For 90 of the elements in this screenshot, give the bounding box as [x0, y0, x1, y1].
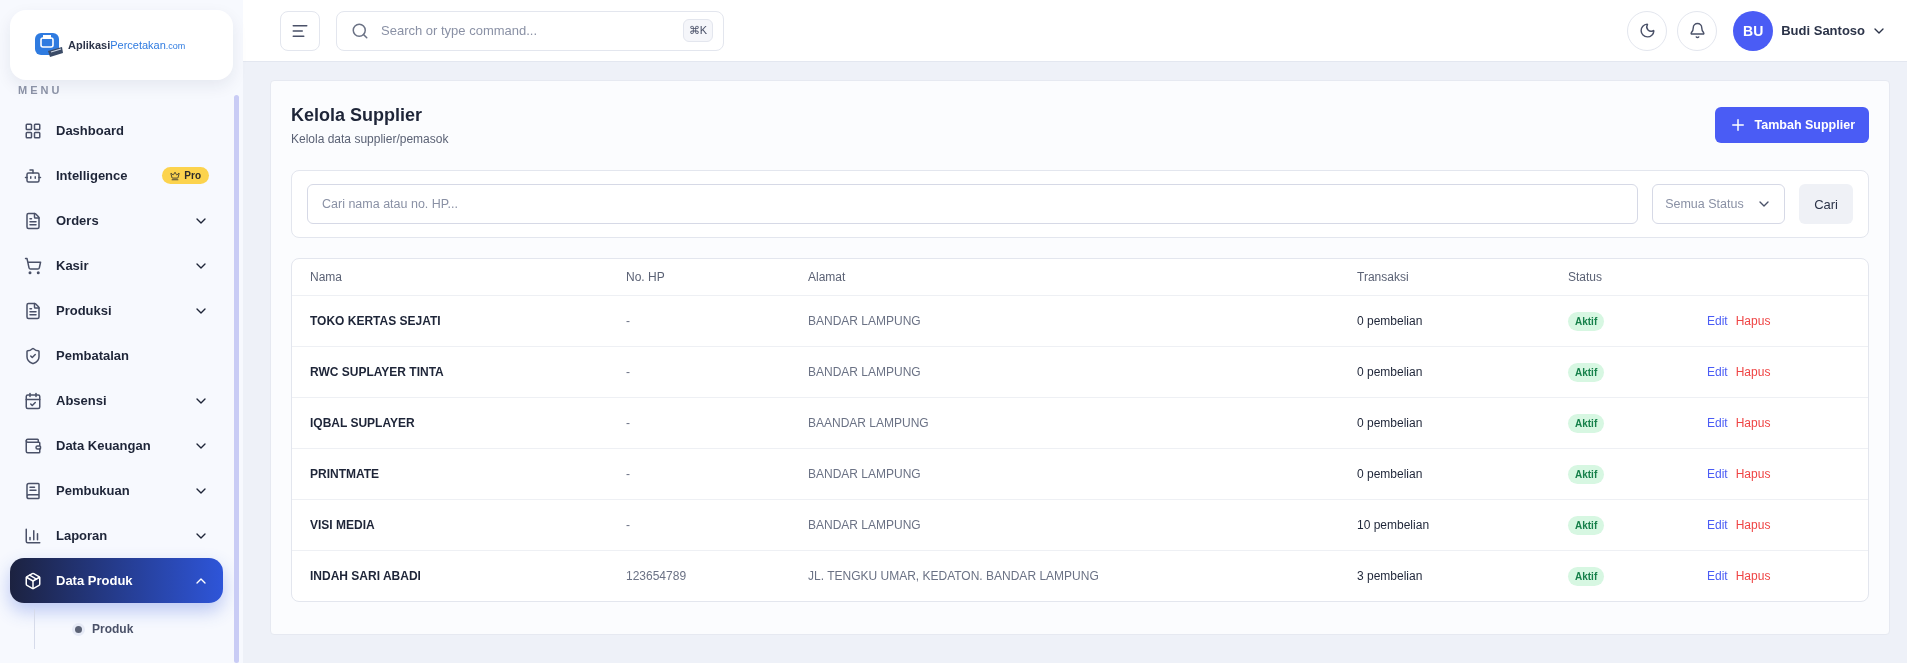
table-cell-text: RWC SUPLAYER TINTA [310, 365, 445, 379]
sidebar-item[interactable]: Intelligence Pro [10, 153, 223, 198]
column-header: No. HP [626, 270, 666, 284]
notebook-icon [24, 481, 42, 500]
column-header: Status [1568, 270, 1604, 284]
table-cell-text: - [626, 365, 631, 379]
table-cell-text: - [626, 518, 631, 532]
table-cell-text: 0 pembelian [1357, 365, 1424, 379]
status-badge: Aktif [1568, 311, 1605, 331]
delete-link[interactable]: Hapus [1735, 467, 1771, 481]
sidebar-item[interactable]: Pembatalan [10, 333, 223, 378]
table-cell-text: BANDAR LAMPUNG [808, 518, 922, 532]
printer-logo-icon [34, 31, 64, 59]
delete-link[interactable]: Hapus [1735, 365, 1771, 379]
sidebar-subitem[interactable]: Produk [34, 609, 233, 649]
shield-check-icon [24, 346, 42, 365]
table-cell-text: 123654789 [626, 569, 688, 583]
search-button[interactable]: Cari [1799, 184, 1853, 224]
delete-link[interactable]: Hapus [1735, 314, 1771, 328]
moon-icon [1638, 22, 1656, 39]
table-cell-text: 10 pembelian [1357, 518, 1431, 532]
document-icon [24, 211, 42, 230]
edit-link[interactable]: Edit [1707, 365, 1728, 379]
table-cell-text: - [626, 467, 631, 481]
status-badge: Aktif [1568, 413, 1605, 433]
edit-link[interactable]: Edit [1707, 569, 1728, 583]
sidebar-item[interactable]: Data Produk [10, 558, 223, 603]
search-icon [351, 21, 369, 40]
table-cell-text: 0 pembelian [1357, 416, 1424, 430]
table-cell-text: PRINTMATE [310, 467, 381, 481]
page-title: Kelola Supplier [291, 105, 424, 126]
sidebar-item[interactable]: Produksi [10, 288, 223, 333]
table-cell-text: - [626, 314, 631, 328]
edit-link[interactable]: Edit [1707, 518, 1728, 532]
edit-link[interactable]: Edit [1707, 467, 1728, 481]
edit-link[interactable]: Edit [1707, 314, 1728, 328]
status-badge: Aktif [1568, 515, 1605, 535]
page-subtitle: Kelola data supplier/pemasok [291, 132, 449, 146]
sidebar-item[interactable]: Laporan [10, 513, 223, 558]
delete-link[interactable]: Hapus [1735, 569, 1771, 583]
column-header: Nama [310, 270, 343, 284]
sidebar-item[interactable]: Pembukuan [10, 468, 223, 513]
search-bar[interactable]: Search or type command... ⌘K [336, 10, 724, 51]
box-icon [24, 571, 42, 590]
table-cell-text: 3 pembelian [1357, 569, 1424, 583]
edit-link[interactable]: Edit [1707, 416, 1728, 430]
table-cell-text: 0 pembelian [1357, 467, 1424, 481]
add-supplier-button[interactable]: Tambah Supplier [1714, 107, 1869, 143]
grid-icon [24, 121, 42, 140]
status-badge: Aktif [1568, 464, 1605, 484]
table-cell-text: - [626, 416, 631, 430]
menu-button[interactable] [280, 10, 320, 51]
cart-icon [24, 256, 42, 275]
logo-text: AplikasiPercetakan.com [68, 39, 186, 51]
table-cell-text: BANDAR LAMPUNG [808, 314, 922, 328]
scrollbar[interactable] [234, 95, 239, 663]
shortcut-hint: ⌘K [682, 19, 713, 42]
delete-link[interactable]: Hapus [1735, 416, 1771, 430]
sidebar-item[interactable]: Data Keuangan [10, 423, 223, 468]
sidebar-item[interactable]: Kasir [10, 243, 223, 288]
document-icon [24, 301, 42, 320]
status-badge: Aktif [1568, 362, 1605, 382]
table-cell-text: BANDAR LAMPUNG [808, 365, 922, 379]
table-cell-text: BAANDAR LAMPUNG [808, 416, 930, 430]
sidebar-item[interactable]: Orders [10, 198, 223, 243]
wallet-icon [24, 436, 42, 455]
table-cell-text: TOKO KERTAS SEJATI [310, 314, 442, 328]
delete-link[interactable]: Hapus [1735, 518, 1771, 532]
table-cell-text: VISI MEDIA [310, 518, 376, 532]
command-search-input[interactable]: Search or type command... [379, 22, 673, 39]
table-cell-text: IQBAL SUPLAYER [310, 416, 416, 430]
user-avatar[interactable]: BU [1733, 10, 1774, 51]
status-badge: Aktif [1568, 566, 1605, 586]
bar-chart-icon [24, 526, 42, 545]
crown-icon [170, 170, 181, 181]
robot-icon [24, 166, 42, 185]
bell-icon [1688, 22, 1706, 39]
table-cell-text: 0 pembelian [1357, 314, 1424, 328]
column-header: Alamat [808, 270, 847, 284]
sidebar-item[interactable]: Dashboard [10, 108, 223, 153]
calendar-check-icon [24, 391, 42, 410]
sidebar-item[interactable]: Absensi [10, 378, 223, 423]
user-menu-button[interactable]: Budi Santoso [1781, 22, 1887, 39]
table-cell-text: JL. TENGKU UMAR, KEDATON. BANDAR LAMPUNG [808, 569, 1100, 583]
table-cell-text: INDAH SARI ABADI [310, 569, 422, 583]
menu-heading: MENU [18, 84, 64, 96]
column-header: Transaksi [1357, 270, 1410, 284]
table-cell-text: BANDAR LAMPUNG [808, 467, 922, 481]
pro-badge: Pro [162, 167, 209, 184]
search-input[interactable]: Cari nama atau no. HP... [307, 184, 1639, 224]
